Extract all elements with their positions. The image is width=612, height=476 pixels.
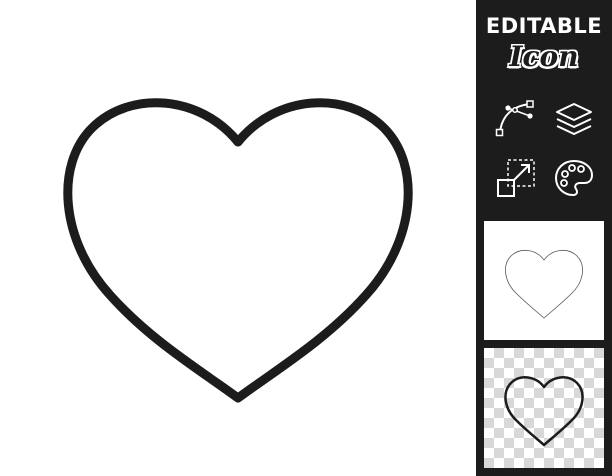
- stock-illustration: EDITABLE Icon: [0, 0, 612, 476]
- heart-outline-icon: [504, 376, 584, 447]
- layers-icon: [556, 103, 592, 135]
- bezier-curve-icon: [495, 100, 534, 137]
- palette-icon: [555, 160, 593, 196]
- heart-outline-icon: [63, 98, 413, 403]
- preview-transparent-background: [484, 348, 604, 468]
- badge-title: EDITABLE: [485, 14, 603, 38]
- resize-icon: [497, 159, 535, 197]
- heart-thin-outline-icon: [505, 250, 583, 319]
- badge-subtitle: Icon: [509, 40, 579, 73]
- preview-white-background: [484, 221, 604, 340]
